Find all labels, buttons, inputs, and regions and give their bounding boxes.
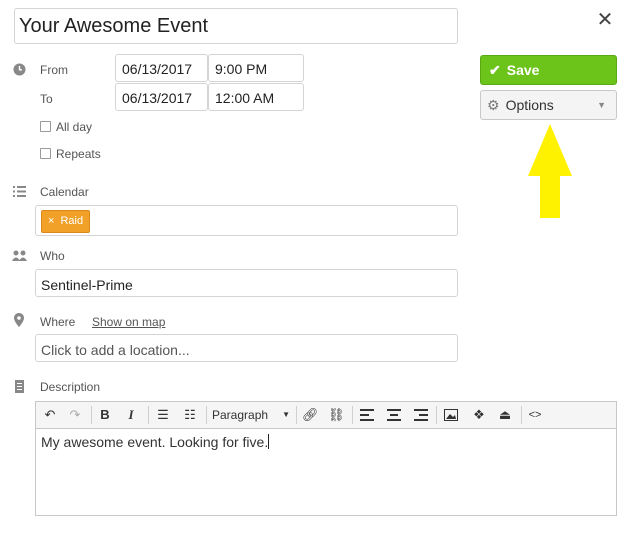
check-icon: ✔: [489, 62, 501, 78]
editor-toolbar: ↶ ↷ B I ☰ ☷ Paragraph ▼ 🔗︎ ⛓︎ ❖ ⏏ <>: [36, 402, 616, 429]
repeats-checkbox[interactable]: [40, 148, 51, 159]
calendar-tag-label: Raid: [60, 215, 84, 227]
image-icon[interactable]: [444, 409, 458, 421]
toolbar-divider: [91, 406, 92, 424]
save-button-label: Save: [506, 62, 540, 78]
all-day-label: All day: [56, 120, 93, 134]
toolbar-divider: [206, 406, 207, 424]
toolbar-divider: [436, 406, 437, 424]
who-field[interactable]: Sentinel-Prime: [35, 269, 458, 297]
description-text: My awesome event. Looking for five.: [41, 434, 270, 450]
to-time-field[interactable]: 12:00 AM: [208, 83, 304, 111]
tag-remove-icon[interactable]: ×: [48, 215, 54, 227]
save-button[interactable]: ✔ Save: [480, 55, 617, 85]
caret-down-icon: ▼: [597, 100, 606, 110]
annotation-arrow-up: [528, 124, 572, 218]
italic-icon[interactable]: I: [124, 402, 138, 428]
to-date-field[interactable]: 06/13/2017: [115, 83, 208, 111]
gear-icon: ⚙: [487, 97, 500, 113]
undo-icon[interactable]: ↶: [42, 402, 58, 428]
document-icon: [15, 380, 24, 393]
calendar-field[interactable]: × Raid: [35, 205, 458, 236]
description-editor[interactable]: ↶ ↷ B I ☰ ☷ Paragraph ▼ 🔗︎ ⛓︎ ❖ ⏏ <> My …: [35, 401, 617, 516]
all-day-checkbox[interactable]: [40, 121, 51, 132]
from-label: From: [40, 63, 68, 77]
paragraph-format-label: Paragraph: [212, 408, 269, 422]
event-title-input[interactable]: Your Awesome Event: [14, 8, 458, 44]
toolbar-divider: [521, 406, 522, 424]
clock-icon: [13, 63, 26, 76]
toolbar-divider: [296, 406, 297, 424]
paragraph-format-select[interactable]: Paragraph ▼: [212, 402, 290, 428]
show-on-map-link[interactable]: Show on map: [92, 315, 165, 329]
bullet-list-icon[interactable]: ☰: [155, 402, 171, 428]
redo-icon[interactable]: ↷: [67, 402, 83, 428]
align-left-icon[interactable]: [360, 409, 374, 421]
repeats-label: Repeats: [56, 147, 101, 161]
where-label: Where: [40, 315, 76, 329]
map-pin-icon: [14, 313, 24, 327]
align-right-icon[interactable]: [414, 409, 428, 421]
toolbar-divider: [148, 406, 149, 424]
close-icon[interactable]: ✕: [595, 10, 615, 30]
numbered-list-icon[interactable]: ☷: [182, 402, 198, 428]
description-label: Description: [40, 380, 101, 394]
align-center-icon[interactable]: [387, 409, 401, 421]
text-cursor: [268, 434, 270, 449]
from-date-field[interactable]: 06/13/2017: [115, 54, 208, 82]
people-icon: [12, 250, 27, 261]
to-label: To: [40, 92, 53, 106]
code-view-icon[interactable]: <>: [526, 402, 544, 428]
options-button[interactable]: ⚙ Options ▼: [480, 90, 617, 120]
unlink-icon[interactable]: ⛓︎: [328, 402, 345, 428]
options-button-label: Options: [505, 97, 554, 113]
location-field[interactable]: Click to add a location...: [35, 334, 458, 362]
calendar-label: Calendar: [40, 185, 89, 199]
calendar-tag-raid: × Raid: [41, 210, 91, 233]
upload-icon[interactable]: ⏏: [497, 402, 513, 428]
caret-down-icon: ▼: [282, 410, 290, 419]
from-time-field[interactable]: 9:00 PM: [208, 54, 304, 82]
dropbox-icon[interactable]: ❖: [471, 402, 487, 428]
bold-icon[interactable]: B: [98, 402, 112, 428]
toolbar-divider: [352, 406, 353, 424]
who-label: Who: [40, 249, 65, 263]
list-icon: [13, 186, 26, 197]
link-icon[interactable]: 🔗︎: [302, 402, 319, 428]
